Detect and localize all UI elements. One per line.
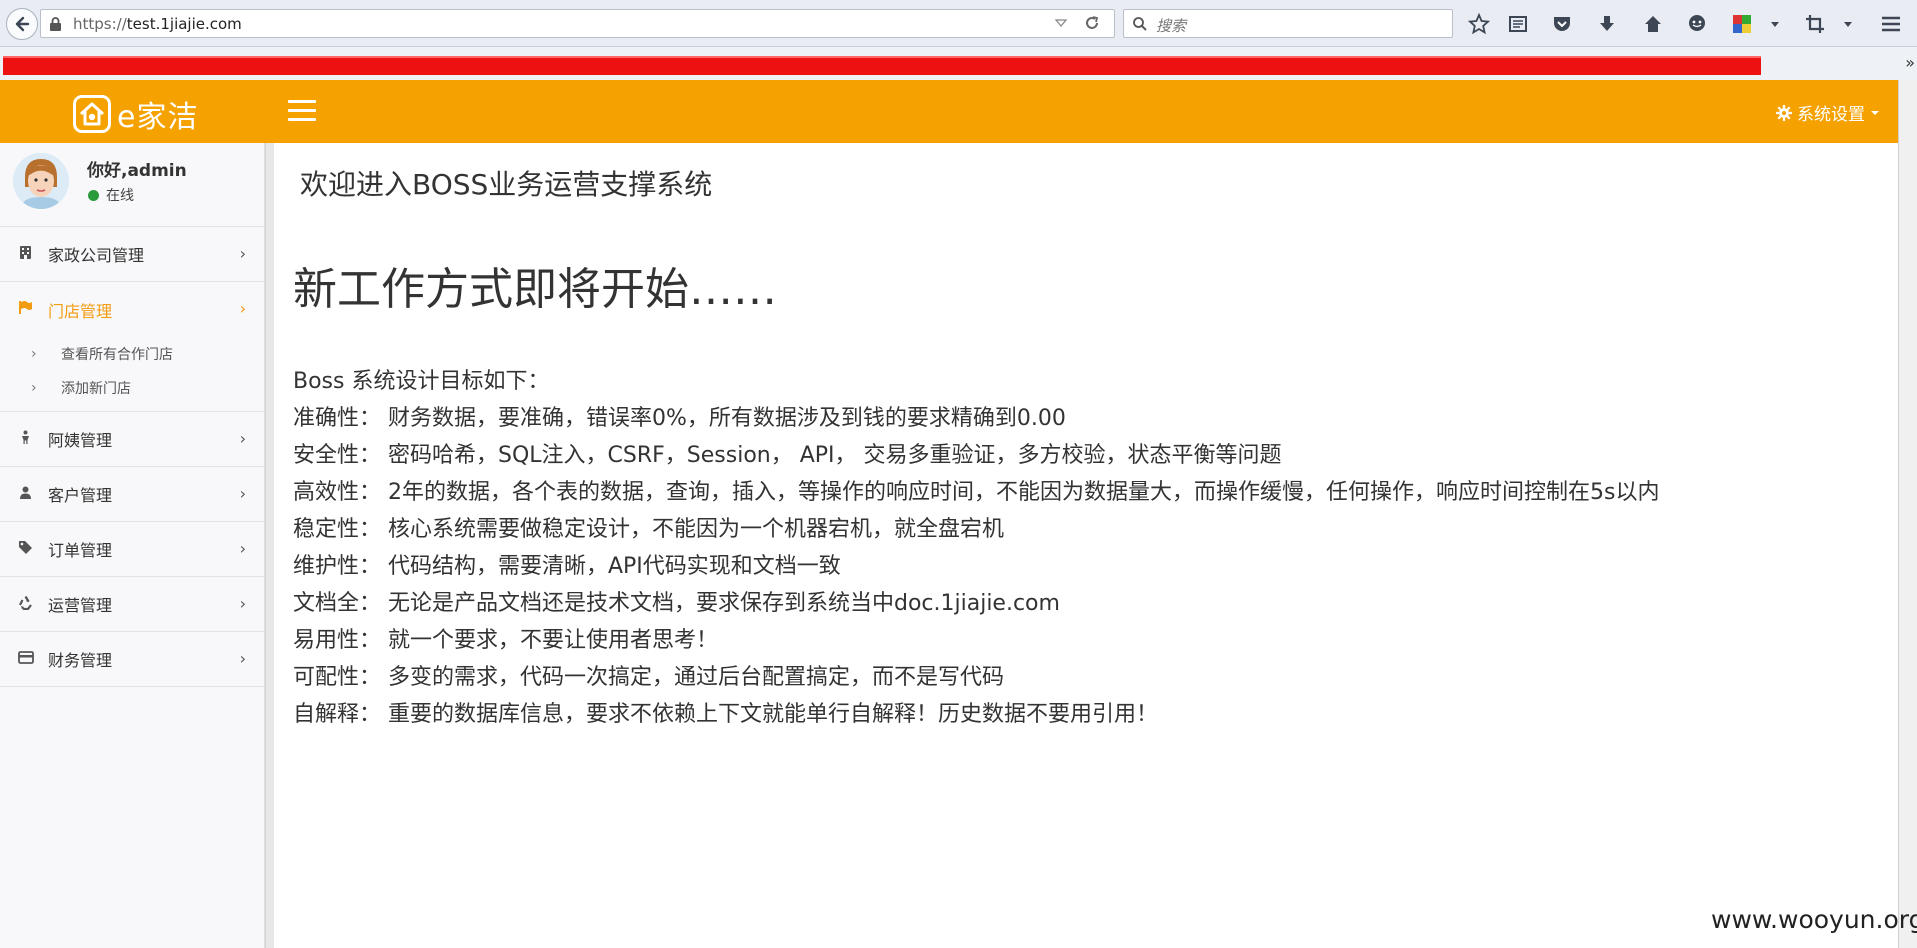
sidebar-item-label: 运营管理 [48, 596, 113, 615]
goal-line: 可配性： 多变的需求，代码一次搞定，通过后台配置搞定，而不是写代码 [293, 665, 1004, 690]
avatar [13, 153, 69, 209]
goal-line: 文档全： 无论是产品文档还是技术文档，要求保存到系统当中doc.1jiajie.… [293, 591, 1060, 616]
credit-card-icon [18, 650, 40, 668]
goal-line: 准确性： 财务数据，要准确，错误率0%，所有数据涉及到钱的要求精确到0.00 [293, 406, 1066, 431]
search-icon [1133, 17, 1147, 31]
chevron-right-icon: › [239, 594, 246, 613]
sidebar-item-label: 客户管理 [48, 486, 113, 505]
user-panel: 你好,admin 在线 [0, 143, 264, 227]
url-host: test.1jiajie.com [126, 15, 242, 33]
goal-line: 稳定性： 核心系统需要做稳定设计，不能因为一个机器宕机，就全盘宕机 [293, 517, 1004, 542]
page-scrollbar[interactable] [1898, 80, 1917, 948]
house-logo-icon [73, 95, 111, 133]
submenu-item-label: 添加新门店 [61, 381, 131, 397]
chevron-right-icon: › [239, 429, 246, 448]
goal-line: 高效性： 2年的数据，各个表的数据，查询，插入，等操作的响应时间，不能因为数据量… [293, 480, 1660, 505]
chevron-down-icon[interactable] [1835, 11, 1861, 37]
home-icon[interactable] [1640, 11, 1666, 37]
chat-icon[interactable] [1684, 11, 1710, 37]
sidebar-item-orders[interactable]: 订单管理 › [0, 522, 264, 577]
sidebar: 你好,admin 在线 家政公司管理 › 门店管理 › › 查看所有合作门店 ›… [0, 143, 265, 948]
person-icon [18, 430, 40, 449]
search-bar[interactable]: 搜索 [1123, 9, 1453, 38]
chevron-right-icon: › [239, 244, 246, 263]
sidebar-item-label: 家政公司管理 [48, 246, 145, 265]
sidebar-scrollbar[interactable] [265, 143, 274, 948]
caret-down-icon [1871, 110, 1879, 115]
url-text: https://test.1jiajie.com [73, 15, 242, 33]
store-submenu: › 查看所有合作门店 › 添加新门店 [0, 337, 264, 412]
sidebar-item-operations[interactable]: 运营管理 › [0, 577, 264, 632]
recycle-icon [18, 595, 40, 614]
settings-label: 系统设置 [1797, 105, 1865, 125]
building-icon [18, 245, 40, 264]
chevron-right-icon: › [239, 649, 246, 668]
chevron-right-icon: › [31, 346, 37, 362]
bookmark-star-icon[interactable] [1466, 11, 1492, 37]
url-scheme: https:// [73, 15, 127, 33]
logo-text: e家洁 [117, 100, 199, 135]
goal-line: 自解释： 重要的数据库信息，要求不依赖上下文就能单行自解释！历史数据不要用引用！ [293, 702, 1158, 727]
user-icon [18, 485, 40, 504]
logo[interactable]: e家洁 [73, 92, 198, 136]
goal-line: 易用性： 就一个要求，不要让使用者思考！ [293, 628, 718, 653]
reader-view-icon[interactable] [1505, 11, 1531, 37]
goal-line: 维护性： 代码结构，需要清晰，API代码实现和文档一致 [293, 554, 841, 579]
goals-list: Boss 系统设计目标如下： 准确性： 财务数据，要准确，错误率0%，所有数据涉… [293, 363, 1659, 733]
main-content: 欢迎进入BOSS业务运营支撑系统 新工作方式即将开始…… Boss 系统设计目标… [275, 143, 1898, 948]
sidebar-item-label: 门店管理 [48, 301, 113, 321]
sidebar-item-finance[interactable]: 财务管理 › [0, 632, 264, 687]
settings-dropdown[interactable]: 系统设置 [1776, 100, 1880, 125]
bookmarks-overflow-icon[interactable]: » [1905, 53, 1915, 72]
sidebar-item-label: 订单管理 [48, 541, 113, 560]
search-placeholder: 搜索 [1156, 17, 1187, 35]
chevron-right-icon: › [31, 380, 37, 396]
browser-toolbar: https://test.1jiajie.com 搜索 [0, 0, 1917, 47]
top-navbar: e家洁 系统设置 [0, 80, 1898, 143]
sidebar-item-company[interactable]: 家政公司管理 › [0, 227, 264, 282]
back-button[interactable] [6, 8, 38, 40]
app: e家洁 系统设置 你好,admin 在线 家政公司管理 › 门店管理 › › 查… [0, 80, 1898, 948]
sidebar-item-label: 阿姨管理 [48, 431, 113, 450]
tag-icon [18, 540, 40, 559]
lock-icon [50, 17, 61, 31]
history-dropdown-icon[interactable] [1054, 16, 1068, 30]
sidebar-item-aunties[interactable]: 阿姨管理 › [0, 412, 264, 467]
user-status: 在线 [88, 185, 134, 205]
chevron-right-icon: › [239, 299, 246, 318]
online-dot-icon [88, 189, 99, 201]
reload-icon[interactable] [1084, 15, 1100, 31]
goal-line: 安全性： 密码哈希，SQL注入，CSRF，Session， API， 交易多重验… [293, 443, 1282, 468]
extension-icon[interactable] [1729, 11, 1755, 37]
arrow-left-icon [15, 16, 30, 32]
headline: 新工作方式即将开始…… [293, 264, 777, 315]
goals-intro: Boss 系统设计目标如下： [293, 369, 550, 394]
pocket-icon[interactable] [1549, 11, 1575, 37]
flag-icon [18, 300, 40, 319]
gear-icon [1776, 104, 1792, 121]
user-status-label: 在线 [106, 188, 134, 204]
submenu-item-view-stores[interactable]: › 查看所有合作门店 [0, 337, 264, 371]
download-icon[interactable] [1594, 11, 1620, 37]
chevron-right-icon: › [239, 484, 246, 503]
sidebar-item-customers[interactable]: 客户管理 › [0, 467, 264, 522]
user-greeting: 你好,admin [87, 161, 187, 181]
page-title: 欢迎进入BOSS业务运营支撑系统 [300, 168, 713, 201]
submenu-item-add-store[interactable]: › 添加新门店 [0, 371, 264, 405]
bookmarks-redacted [3, 56, 1761, 75]
chevron-down-icon[interactable] [1762, 11, 1788, 37]
submenu-item-label: 查看所有合作门店 [61, 347, 173, 363]
menu-icon[interactable] [1878, 11, 1904, 37]
crop-icon[interactable] [1802, 11, 1828, 37]
chevron-right-icon: › [239, 539, 246, 558]
watermark: www.wooyun.org [1711, 905, 1917, 934]
sidebar-item-stores[interactable]: 门店管理 › [0, 282, 264, 337]
sidebar-item-label: 财务管理 [48, 651, 113, 670]
address-bar[interactable]: https://test.1jiajie.com [40, 9, 1115, 38]
sidebar-toggle-button[interactable] [288, 100, 318, 124]
